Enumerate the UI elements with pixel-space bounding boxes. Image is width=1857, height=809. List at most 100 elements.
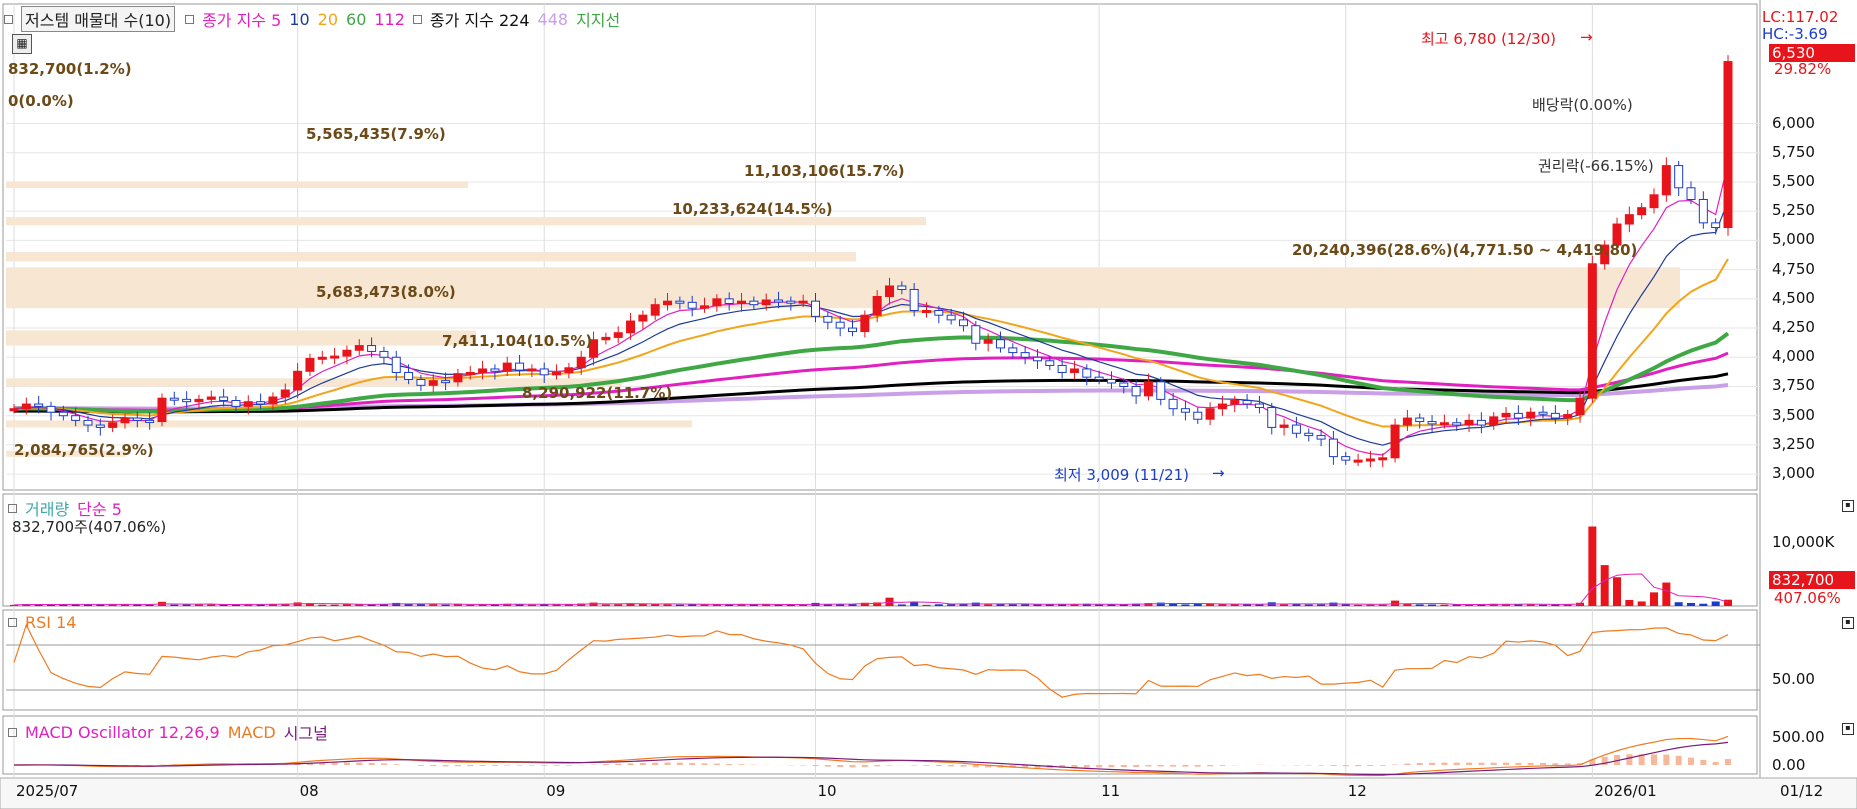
macd-osc-title[interactable]: MACD Oscillator 12,26,9 <box>25 723 220 742</box>
ma-112-label[interactable]: 112 <box>374 10 405 29</box>
ma-long-title[interactable]: 종가 지수 224 <box>430 7 530 31</box>
candle-body <box>206 396 216 400</box>
macd-histogram-bar <box>1540 762 1547 765</box>
candle-body <box>638 314 648 322</box>
stock-chart[interactable]: 저스템 매물대 수(10) 종가 지수 5 10 20 60 112 종가 지수… <box>0 0 1857 809</box>
macd-histogram-bar <box>491 765 498 766</box>
candle-body <box>1082 368 1092 378</box>
candle-body <box>724 298 734 305</box>
rsi-title[interactable]: RSI 14 <box>25 613 76 632</box>
candle-body <box>934 310 944 316</box>
panel-close-icon[interactable]: ▪ <box>1842 723 1854 735</box>
table-icon[interactable]: ▦ <box>12 34 32 54</box>
volume-bar <box>601 604 610 606</box>
volume-bar <box>318 604 327 606</box>
macd-label[interactable]: MACD <box>228 723 276 742</box>
ma-448-label[interactable]: 448 <box>538 10 569 29</box>
candle-body <box>1279 424 1289 428</box>
candle-body <box>1427 421 1437 425</box>
checkbox-icon[interactable] <box>185 14 195 24</box>
candle-body <box>1254 403 1264 409</box>
macd-histogram-bar <box>972 765 979 768</box>
candle-body <box>1661 165 1671 196</box>
checkbox-icon[interactable] <box>4 14 13 24</box>
volume-bar <box>1230 604 1239 606</box>
candle-body <box>478 368 488 373</box>
ma-60-label[interactable]: 60 <box>346 10 366 29</box>
candle-body <box>576 356 586 369</box>
macd-histogram-bar <box>923 765 930 766</box>
panel-close-icon[interactable]: ▪ <box>1842 500 1854 512</box>
change-pct-label: 29.82% <box>1774 60 1832 78</box>
price-tick-label: 4,000 <box>1772 347 1815 366</box>
price-tick-label: 5,250 <box>1772 201 1815 220</box>
macd-histogram-bar <box>1133 765 1140 768</box>
price-tick-label: 4,750 <box>1772 259 1815 278</box>
panel-frame <box>2 609 1758 711</box>
candle-body <box>1180 408 1190 413</box>
candle-body <box>502 362 512 372</box>
macd-histogram-bar <box>1367 765 1374 766</box>
panel-close-icon[interactable]: ▪ <box>1842 617 1854 629</box>
macd-histogram-bar <box>1429 762 1436 765</box>
candle-body <box>293 370 303 391</box>
ma-20-label[interactable]: 20 <box>318 10 338 29</box>
macd-histogram-bar <box>380 763 387 765</box>
candle-body <box>1415 417 1425 423</box>
macd-histogram-bar <box>1651 754 1658 765</box>
candle-body <box>1032 356 1042 362</box>
candle-body <box>958 319 968 327</box>
macd-histogram-bar <box>393 764 400 765</box>
checkbox-icon[interactable] <box>8 727 17 737</box>
candle-body <box>1550 412 1560 419</box>
volume-bar <box>1440 604 1449 606</box>
checkbox-icon[interactable] <box>8 618 17 627</box>
candle-body <box>354 345 364 351</box>
chart-canvas[interactable] <box>0 0 1857 809</box>
volume-profile-bar <box>6 181 468 188</box>
volume-info: 832,700주(407.06%) <box>12 518 167 536</box>
volume-bar <box>527 604 536 606</box>
candle-body <box>1168 398 1178 410</box>
signal-label[interactable]: 시그널 <box>284 720 328 744</box>
checkbox-icon[interactable] <box>412 14 422 24</box>
candle-body <box>1624 214 1634 225</box>
candle-body <box>823 315 833 323</box>
price-legend: 저스템 매물대 수(10) 종가 지수 5 10 20 60 112 종가 지수… <box>4 6 628 32</box>
rights-annotation: 권리락(-66.15%) <box>1538 157 1654 175</box>
macd-histogram-bar <box>1120 765 1127 768</box>
volume-bar <box>922 604 931 606</box>
volume-profile-bar <box>6 217 926 226</box>
support-line-label[interactable]: 지지선 <box>576 7 620 31</box>
time-tick-label: 11 <box>1101 782 1121 800</box>
volume-bar <box>675 604 684 606</box>
volume-profile-bar <box>6 330 476 346</box>
candle-body <box>108 422 118 428</box>
price-tick-label: 5,000 <box>1772 230 1815 249</box>
macd-histogram-bar <box>516 765 523 766</box>
macd-histogram-bar <box>553 765 560 766</box>
candle-body <box>1402 417 1412 426</box>
candle-body <box>34 403 44 407</box>
candle-body <box>761 299 771 306</box>
macd-histogram-bar <box>1404 763 1411 765</box>
macd-histogram-bar <box>1515 762 1522 765</box>
candle-body <box>1045 360 1055 366</box>
checkbox-icon[interactable] <box>8 503 17 513</box>
volume-profile-level: 10,233,624(14.5%) <box>672 200 833 218</box>
macd-histogram-bar <box>1453 762 1460 765</box>
macd-histogram-bar <box>356 762 363 765</box>
ma-10-label[interactable]: 10 <box>289 10 309 29</box>
volume-profile-label[interactable]: 저스템 매물대 수(10) <box>21 6 176 32</box>
candle-body <box>1291 424 1301 434</box>
volume-bar <box>1687 602 1696 606</box>
volume-tick: 10,000K <box>1772 533 1835 551</box>
ma-title[interactable]: 종가 지수 5 <box>202 7 281 31</box>
macd-histogram-bar <box>1207 765 1214 767</box>
candle-body <box>700 305 710 309</box>
volume-pct-label: 407.06% <box>1774 589 1841 607</box>
candle-body <box>1513 412 1523 419</box>
macd-histogram-bar <box>1355 765 1362 767</box>
candle-body <box>317 356 327 360</box>
volume-bar <box>1428 604 1437 606</box>
